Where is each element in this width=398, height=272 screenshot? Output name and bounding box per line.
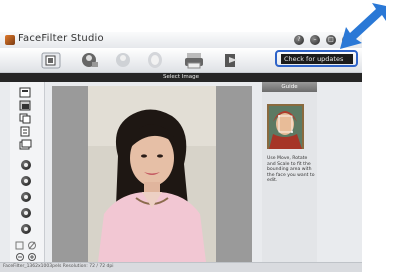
minimize-button[interactable]: – [310, 35, 320, 45]
app-logo-icon [5, 35, 15, 45]
reset-tool-icon[interactable] [21, 224, 31, 234]
copy-icon[interactable] [19, 113, 32, 124]
guide-title: Guide [262, 82, 317, 92]
image-list-icon[interactable] [19, 100, 32, 111]
guide-sample-image [267, 104, 304, 149]
check-for-updates-button[interactable]: Check for updates [281, 54, 353, 64]
zoom-in-out-icons[interactable] [15, 252, 39, 262]
print-icon[interactable] [183, 51, 205, 69]
open-file-icon[interactable] [19, 87, 32, 98]
left-toolbar [10, 82, 45, 262]
app-title: FaceFilter Studio [18, 33, 104, 44]
zoom-tool-icon[interactable] [21, 208, 31, 218]
stack-icon[interactable] [19, 139, 32, 150]
guide-instructions: Use Move, Rotate and Scale to fit the bo… [267, 156, 315, 184]
app-window: FaceFilter Studio ? – □ × Check for up [0, 32, 362, 272]
header-bar: Select Image [0, 73, 362, 82]
exit-icon[interactable] [220, 51, 242, 69]
title-bar: FaceFilter Studio ? – □ × [0, 32, 362, 48]
image-canvas[interactable] [52, 86, 252, 262]
fit-zoom-icons[interactable] [15, 240, 39, 251]
portrait-photo [88, 86, 216, 262]
callout-arrow-icon [340, 3, 386, 49]
status-text: FaceFilter_1362x1003pels Resolution: 72 … [3, 264, 114, 269]
status-bar: FaceFilter_1362x1003pels Resolution: 72 … [0, 262, 362, 272]
toolbar: Check for updates [0, 48, 362, 73]
guide-panel: Guide Use Move, Rotate and Scale to fit … [262, 82, 317, 262]
face-filter-icon[interactable] [78, 51, 100, 69]
face-retouch-icon[interactable] [112, 51, 134, 69]
open-image-icon[interactable] [40, 51, 62, 69]
scale-tool-icon[interactable] [21, 192, 31, 202]
page-title: Select Image [163, 74, 199, 80]
document-icon[interactable] [19, 126, 32, 137]
move-tool-icon[interactable] [21, 160, 31, 170]
face-effect-icon[interactable] [144, 51, 166, 69]
help-button[interactable]: ? [294, 35, 304, 45]
rotate-tool-icon[interactable] [21, 176, 31, 186]
